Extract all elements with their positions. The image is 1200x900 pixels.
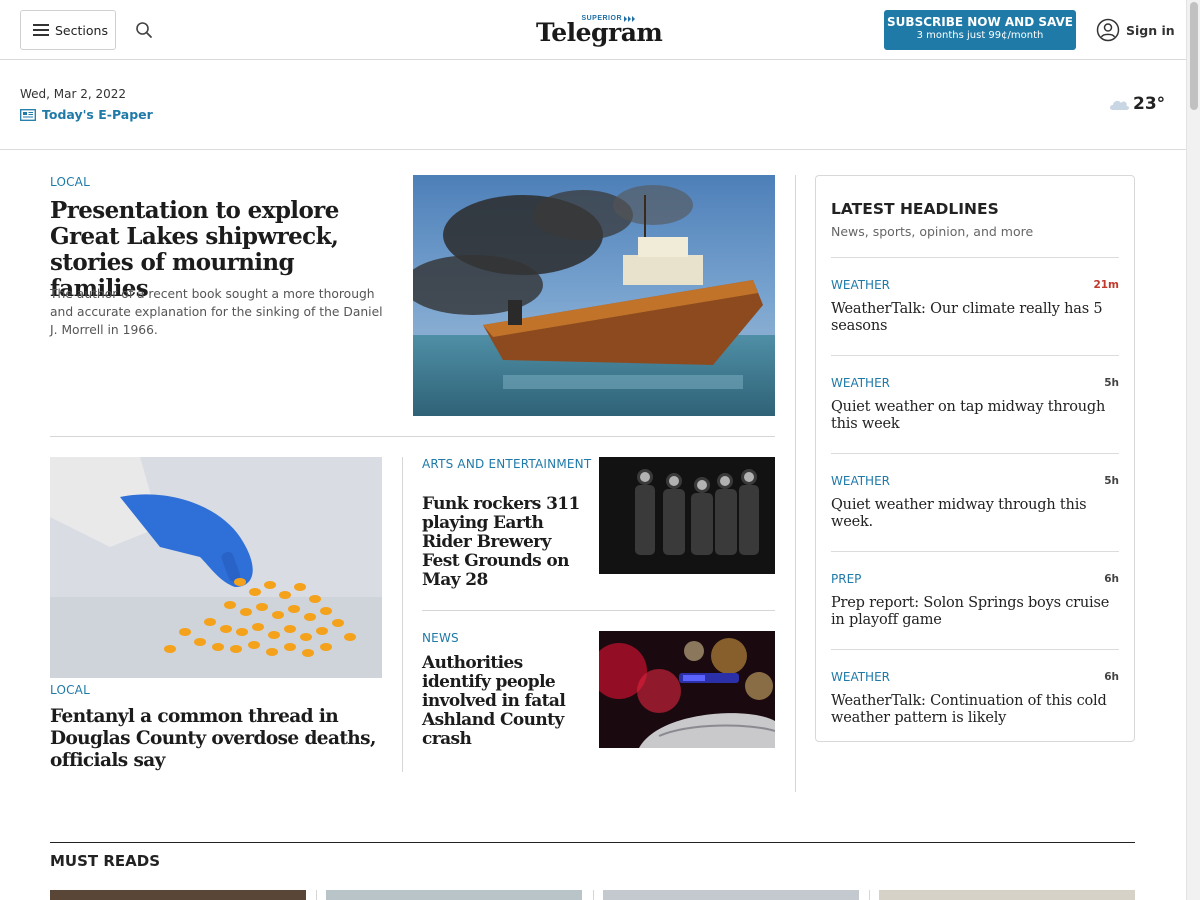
headline-item[interactable]: PREP 6h Prep report: Solon Springs boys … bbox=[831, 551, 1119, 649]
headline-category[interactable]: WEATHER bbox=[831, 670, 890, 684]
police-lights-image[interactable] bbox=[599, 631, 775, 748]
must-reads-title: MUST READS bbox=[50, 852, 161, 870]
site-header: Sections SUPERIOR Telegram SUBSCRIBE NOW… bbox=[0, 0, 1186, 60]
fentanyl-pills-image[interactable] bbox=[50, 457, 382, 678]
epaper-link[interactable]: Today's E-Paper bbox=[20, 107, 153, 122]
latest-headlines-title: LATEST HEADLINES bbox=[831, 200, 999, 218]
story-headline-crash[interactable]: Authorities identify people involved in … bbox=[422, 654, 592, 749]
logo-main-text: Telegram bbox=[536, 18, 663, 47]
epaper-label: Today's E-Paper bbox=[42, 107, 153, 122]
user-icon bbox=[1096, 18, 1120, 42]
site-logo[interactable]: SUPERIOR Telegram bbox=[536, 13, 663, 49]
headline-item[interactable]: WEATHER 5h Quiet weather on tap midway t… bbox=[831, 355, 1119, 453]
headline-category[interactable]: PREP bbox=[831, 572, 861, 586]
must-reads-divider bbox=[593, 890, 594, 900]
must-read-thumbnail[interactable] bbox=[603, 890, 859, 900]
temperature: 23° bbox=[1133, 94, 1166, 114]
headline-category[interactable]: WEATHER bbox=[831, 278, 890, 292]
story-headline-311[interactable]: Funk rockers 311 playing Earth Rider Bre… bbox=[422, 495, 592, 590]
headline-category[interactable]: WEATHER bbox=[831, 474, 890, 488]
column-divider bbox=[402, 457, 403, 772]
headline-item[interactable]: WEATHER 5h Quiet weather midway through … bbox=[831, 453, 1119, 551]
page-scrollbar[interactable] bbox=[1186, 0, 1200, 900]
search-icon[interactable] bbox=[134, 20, 154, 40]
lead-kicker[interactable]: LOCAL bbox=[50, 175, 90, 189]
headline-title[interactable]: WeatherTalk: Continuation of this cold w… bbox=[831, 693, 1119, 727]
subscribe-line1: SUBSCRIBE NOW AND SAVE bbox=[887, 15, 1073, 29]
story-divider bbox=[422, 610, 775, 611]
headline-title[interactable]: Prep report: Solon Springs boys cruise i… bbox=[831, 595, 1119, 629]
must-read-thumbnail[interactable] bbox=[50, 890, 306, 900]
date-bar: Wed, Mar 2, 2022 Today's E-Paper 23° bbox=[0, 60, 1186, 150]
story-kicker-arts[interactable]: ARTS AND ENTERTAINMENT bbox=[422, 457, 592, 472]
headline-time: 21m bbox=[1093, 279, 1119, 291]
must-reads-rule bbox=[50, 842, 1135, 843]
latest-headlines-panel: LATEST HEADLINES News, sports, opinion, … bbox=[815, 175, 1135, 742]
hamburger-icon bbox=[33, 24, 49, 36]
headline-time: 5h bbox=[1104, 475, 1119, 487]
must-reads-divider bbox=[869, 890, 870, 900]
headline-time: 5h bbox=[1104, 377, 1119, 389]
story-kicker-news[interactable]: NEWS bbox=[422, 631, 592, 646]
newspaper-icon bbox=[20, 108, 36, 121]
cloud-icon bbox=[1110, 100, 1130, 110]
subscribe-line2: 3 months just 99¢/month bbox=[916, 30, 1044, 41]
sections-button[interactable]: Sections bbox=[20, 10, 116, 50]
main-column-divider bbox=[795, 175, 796, 792]
weather-widget[interactable]: 23° bbox=[1108, 94, 1165, 114]
must-read-thumbnail[interactable] bbox=[879, 890, 1135, 900]
fentanyl-kicker[interactable]: LOCAL bbox=[50, 683, 90, 697]
headline-category[interactable]: WEATHER bbox=[831, 376, 890, 390]
headline-title[interactable]: Quiet weather midway through this week. bbox=[831, 497, 1119, 531]
subscribe-button[interactable]: SUBSCRIBE NOW AND SAVE 3 months just 99¢… bbox=[884, 10, 1076, 50]
current-date: Wed, Mar 2, 2022 bbox=[20, 87, 127, 101]
sign-in-link[interactable]: Sign in bbox=[1096, 18, 1175, 42]
headline-title[interactable]: Quiet weather on tap midway through this… bbox=[831, 399, 1119, 433]
must-reads-divider bbox=[316, 890, 317, 900]
headline-item[interactable]: WEATHER 21m WeatherTalk: Our climate rea… bbox=[831, 257, 1119, 355]
scrollbar-thumb[interactable] bbox=[1190, 2, 1198, 110]
latest-headlines-subtitle: News, sports, opinion, and more bbox=[831, 224, 1034, 239]
must-read-thumbnail[interactable] bbox=[326, 890, 582, 900]
sign-in-label: Sign in bbox=[1126, 22, 1175, 38]
headline-time: 6h bbox=[1104, 671, 1119, 683]
fentanyl-headline[interactable]: Fentanyl a common thread in Douglas Coun… bbox=[50, 706, 380, 772]
sections-label: Sections bbox=[55, 22, 108, 38]
headline-time: 6h bbox=[1104, 573, 1119, 585]
shipwreck-image[interactable] bbox=[413, 175, 775, 416]
headline-item[interactable]: WEATHER 6h WeatherTalk: Continuation of … bbox=[831, 649, 1119, 747]
lead-summary: The author of a recent book sought a mor… bbox=[50, 287, 383, 337]
section-divider bbox=[50, 436, 775, 437]
headline-title[interactable]: WeatherTalk: Our climate really has 5 se… bbox=[831, 301, 1119, 335]
band-photo-image[interactable] bbox=[599, 457, 775, 574]
